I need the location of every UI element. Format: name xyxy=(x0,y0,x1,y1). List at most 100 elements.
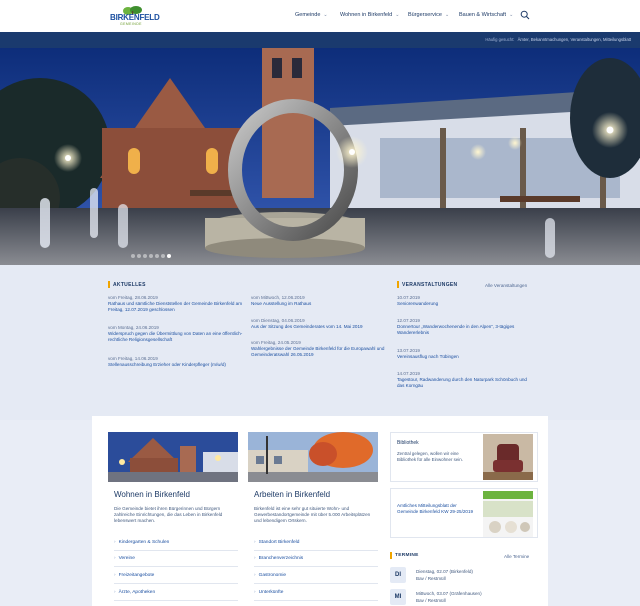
arrow-right-icon: › xyxy=(114,556,116,561)
site-header: BIRKENFELD GEMEINDE Gemeinde ⌄ Wohnen in … xyxy=(0,0,640,32)
slider-dot[interactable] xyxy=(149,254,153,258)
logo-subline: GEMEINDE xyxy=(120,22,142,26)
wohnen-link-vereine[interactable]: › Vereine xyxy=(114,553,238,567)
bibliothek-box[interactable]: Bibliothek Zentral gelegen, wollen wir e… xyxy=(390,432,538,482)
slider-dot[interactable] xyxy=(167,254,171,258)
news-section: AKTUELLES vom Freitag, 28.06.2019 Rathau… xyxy=(0,265,640,420)
mitteilungsblatt-box[interactable]: Amtliches Mitteilungsblatt der Gemeinde … xyxy=(390,488,538,538)
bibliothek-title[interactable]: Bibliothek xyxy=(397,440,419,446)
nav-wohnen[interactable]: Wohnen in Birkenfeld ⌄ xyxy=(340,12,399,18)
quicklinks-items[interactable]: Ämter, Bekanntmachungen, Veranstaltungen… xyxy=(518,37,631,42)
arrow-right-icon: › xyxy=(254,590,256,595)
wohnen-link-kindergarten[interactable]: › Kindergarten & Schulen xyxy=(114,537,238,551)
arrow-right-icon: › xyxy=(114,573,116,578)
termin-row[interactable]: MI Mittwoch, 03.07 (Gräfenhausen) Bav / … xyxy=(390,589,538,606)
chevron-down-icon: ⌄ xyxy=(323,12,328,18)
slider-dots xyxy=(0,254,640,260)
link-label: Unterkünfte xyxy=(258,590,284,595)
hero-photo xyxy=(0,48,640,265)
quicklinks-label: Häufig gesucht: xyxy=(485,37,515,42)
arbeiten-image[interactable] xyxy=(248,432,378,482)
event-title[interactable]: Seniorenwanderung xyxy=(397,301,533,307)
arbeiten-link-unterkuenfte[interactable]: › Unterkünfte xyxy=(254,587,378,601)
news-title[interactable]: Wahlergebnisse der Gemeinde Birkenfeld f… xyxy=(251,346,387,358)
link-label: Standort Birkenfeld xyxy=(258,540,300,545)
nav-label: Bauen & Wirtschaft xyxy=(459,12,507,18)
street-photo xyxy=(248,432,378,482)
news-item[interactable]: vom Freitag, 14.06.2019 Stellenausschrei… xyxy=(108,356,244,368)
arrow-right-icon: › xyxy=(114,540,116,545)
nav-bauen[interactable]: Bauen & Wirtschaft ⌄ xyxy=(459,12,513,18)
search-icon[interactable] xyxy=(520,10,530,20)
hero-slider-image xyxy=(0,48,640,265)
news-item[interactable]: vom Freitag, 28.06.2019 Rathaus und sämt… xyxy=(108,295,244,313)
slider-dot[interactable] xyxy=(143,254,147,258)
wohnen-link-freizeit[interactable]: › Freizeitangebote xyxy=(114,570,238,584)
termine-title: TERMINE xyxy=(390,552,419,559)
link-label: Kindergarten & Schulen xyxy=(118,540,170,545)
wohnen-link-aerzte[interactable]: › Ärzte, Apotheken xyxy=(114,587,238,601)
news-item[interactable]: vom Dienstag, 04.06.2019 Aus der Sitzung… xyxy=(251,318,387,330)
news-title[interactable]: Aus der Sitzung des Gemeinderates vom 14… xyxy=(251,324,387,330)
termin-when: Dienstag, 02.07 (Birkenfeld) xyxy=(416,569,473,574)
event-item[interactable]: 12.07.2019 Donnertour „Wanderwochenende … xyxy=(397,318,533,336)
slider-dot[interactable] xyxy=(131,254,135,258)
event-item[interactable]: 10.07.2019 Seniorenwanderung xyxy=(397,295,533,307)
termin-day-badge: DI xyxy=(390,567,406,583)
arbeiten-link-gastro[interactable]: › Gastronomie xyxy=(254,570,378,584)
event-title[interactable]: Vereinsausflug nach Tübingen xyxy=(397,354,533,360)
wohnen-image[interactable] xyxy=(108,432,238,482)
arrow-right-icon: › xyxy=(254,556,256,561)
mitteilungsblatt-link[interactable]: Amtliches Mitteilungsblatt der Gemeinde … xyxy=(397,503,477,515)
link-label: Branchenverzeichnis xyxy=(258,556,304,561)
news-title[interactable]: Rathaus und sämtliche Dienststellen der … xyxy=(108,301,244,313)
event-title[interactable]: Donnertour „Wanderwochenende in den Alpe… xyxy=(397,324,533,336)
slider-dot[interactable] xyxy=(161,254,165,258)
chevron-down-icon: ⌄ xyxy=(509,12,514,18)
town-square-photo xyxy=(108,432,238,482)
arbeiten-link-standort[interactable]: › Standort Birkenfeld xyxy=(254,537,378,551)
veranstaltungen-title: VERANSTALTUNGEN xyxy=(397,281,457,288)
termin-when: Mittwoch, 03.07 (Gräfenhausen) xyxy=(416,591,482,596)
arrow-right-icon: › xyxy=(114,590,116,595)
all-events-link[interactable]: Alle Veranstaltungen xyxy=(485,283,527,288)
link-label: Freizeitangebote xyxy=(118,573,155,578)
bibliothek-text: Zentral gelegen, wollen wir eine Bibliot… xyxy=(397,451,463,462)
arbeiten-link-branchen[interactable]: › Branchenverzeichnis xyxy=(254,553,378,567)
nav-gemeinde[interactable]: Gemeinde ⌄ xyxy=(295,12,328,18)
wohnen-text: Die Gemeinde bietet ihren Bürgerinnen un… xyxy=(114,506,223,524)
event-item[interactable]: 13.07.2019 Vereinsausflug nach Tübingen xyxy=(397,348,533,360)
aktuelles-title: AKTUELLES xyxy=(108,281,146,288)
arbeiten-title[interactable]: Arbeiten in Birkenfeld xyxy=(254,490,330,499)
logo-wordmark: BIRKENFELD xyxy=(110,13,160,22)
termin-row[interactable]: DI Dienstag, 02.07 (Birkenfeld) Bav / Re… xyxy=(390,567,538,589)
slider-dot[interactable] xyxy=(155,254,159,258)
quicklinks-bar: Häufig gesucht: Ämter, Bekanntmachungen,… xyxy=(0,32,640,48)
all-termine-link[interactable]: Alle Termine xyxy=(504,554,529,559)
termin-where: Bav / Restmüll xyxy=(416,576,446,581)
wohnen-title[interactable]: Wohnen in Birkenfeld xyxy=(114,490,190,499)
nav-label: Gemeinde xyxy=(295,12,321,18)
news-item[interactable]: vom Freitag, 24.05.2019 Wahlergebnisse d… xyxy=(251,340,387,358)
chevron-down-icon: ⌄ xyxy=(444,12,450,18)
nav-buergerservice[interactable]: Bürgerservice ⌄ xyxy=(408,12,449,18)
termin-where: Bav / Restmüll xyxy=(416,598,446,603)
arrow-right-icon: › xyxy=(254,573,256,578)
news-item[interactable]: vom Mittwoch, 12.06.2019 Neue Ausstellun… xyxy=(251,295,387,307)
arbeiten-text: Birkenfeld ist eine sehr gut situierte W… xyxy=(254,506,371,524)
news-item[interactable]: vom Montag, 24.06.2019 Widerspruch gegen… xyxy=(108,325,244,343)
chevron-down-icon: ⌄ xyxy=(395,12,400,18)
news-title[interactable]: Stellenausschreibung Erzieher oder Kinde… xyxy=(108,362,244,368)
event-item[interactable]: 14.07.2019 Tagestour, Radwanderung durch… xyxy=(397,371,533,389)
quicklinks: Häufig gesucht: Ämter, Bekanntmachungen,… xyxy=(485,37,631,42)
event-title[interactable]: Tagestour, Radwanderung durch den Naturp… xyxy=(397,377,533,389)
site-logo[interactable]: BIRKENFELD GEMEINDE xyxy=(110,6,160,26)
link-label: Ärzte, Apotheken xyxy=(118,590,156,595)
news-title[interactable]: Widerspruch gegen die Übermittlung von D… xyxy=(108,331,244,343)
news-title[interactable]: Neue Ausstellung im Rathaus xyxy=(251,301,387,307)
link-label: Gastronomie xyxy=(258,573,287,578)
link-label: Vereine xyxy=(118,556,135,561)
library-chair-photo xyxy=(483,434,533,480)
arrow-right-icon: › xyxy=(254,540,256,545)
slider-dot[interactable] xyxy=(137,254,141,258)
